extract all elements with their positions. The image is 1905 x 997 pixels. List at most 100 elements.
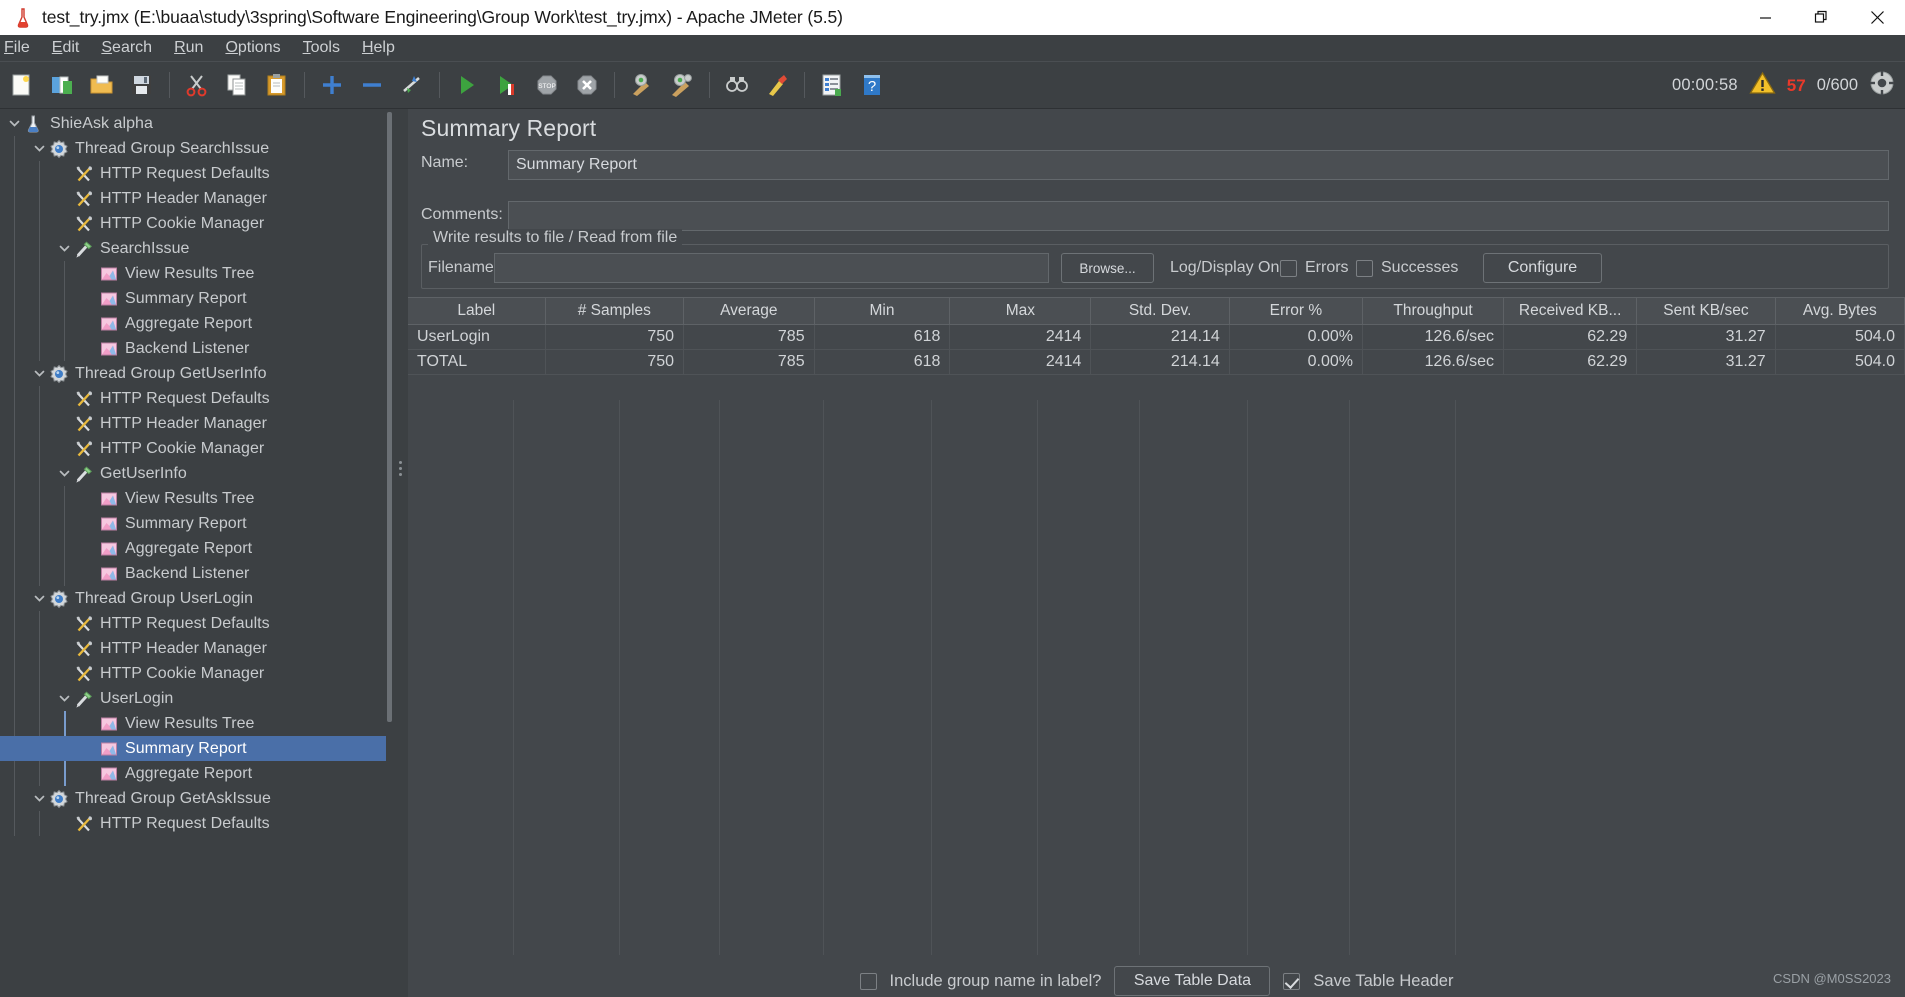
tree-item-view-results-tree[interactable]: View Results Tree (0, 711, 386, 736)
tree-item-summary-report[interactable]: Summary Report (0, 511, 386, 536)
search-icon[interactable] (720, 68, 754, 102)
menu-tools[interactable]: Tools (292, 37, 351, 59)
start-no-pauses-icon[interactable] (490, 68, 524, 102)
configure-button[interactable]: Configure (1483, 253, 1602, 283)
tree-item-http-header-manager[interactable]: HTTP Header Manager (0, 636, 386, 661)
tree-item-backend-listener[interactable]: Backend Listener (0, 336, 386, 361)
maximize-button[interactable] (1793, 0, 1849, 35)
save-table-data-button[interactable]: Save Table Data (1114, 966, 1271, 996)
menu-edit[interactable]: Edit (41, 37, 91, 59)
menu-options[interactable]: Options (214, 37, 291, 59)
tree-twisty-placeholder (56, 186, 73, 211)
table-column-header[interactable]: Avg. Bytes (1775, 297, 1905, 325)
expand-all-icon[interactable] (315, 68, 349, 102)
toggle-icon[interactable] (395, 68, 429, 102)
menu-help[interactable]: Help (351, 37, 406, 59)
comments-input[interactable] (508, 201, 1889, 231)
paste-icon[interactable] (260, 68, 294, 102)
tree-item-userlogin[interactable]: UserLogin (0, 686, 386, 711)
config-element-icon (73, 813, 95, 835)
table-column-header[interactable]: Throughput (1362, 297, 1505, 325)
table-column-header[interactable]: Std. Dev. (1090, 297, 1230, 325)
collapse-all-icon[interactable] (355, 68, 389, 102)
warning-triangle-icon[interactable] (1749, 71, 1776, 100)
tree-item-http-request-defaults[interactable]: HTTP Request Defaults (0, 811, 386, 836)
chevron-down-icon[interactable] (31, 361, 48, 386)
connection-status-icon[interactable] (1869, 70, 1895, 101)
tree-item-view-results-tree[interactable]: View Results Tree (0, 486, 386, 511)
tree-item-http-cookie-manager[interactable]: HTTP Cookie Manager (0, 661, 386, 686)
function-helper-icon[interactable] (815, 68, 849, 102)
table-column-header[interactable]: # Samples (545, 297, 685, 325)
tree-item-searchissue[interactable]: SearchIssue (0, 236, 386, 261)
chevron-down-icon[interactable] (56, 461, 73, 486)
chevron-down-icon[interactable] (6, 111, 23, 136)
menu-search[interactable]: Search (90, 37, 163, 59)
table-column-header[interactable]: Error % (1229, 297, 1364, 325)
stop-icon[interactable]: STOP (530, 68, 564, 102)
panel-splitter[interactable] (393, 109, 408, 997)
tree-item-aggregate-report[interactable]: Aggregate Report (0, 761, 386, 786)
table-column-header[interactable]: Sent KB/sec (1636, 297, 1776, 325)
summary-report-table[interactable]: Label # Samples Average Min Max Std. Dev. Erro… (408, 297, 1905, 375)
save-table-header-checkbox[interactable] (1283, 972, 1301, 990)
tree-item-http-header-manager[interactable]: HTTP Header Manager (0, 411, 386, 436)
table-header-row[interactable]: Label # Samples Average Min Max Std. Dev. Erro… (408, 297, 1905, 325)
clear-all-icon[interactable] (665, 68, 699, 102)
tree-item-summary-report[interactable]: Summary Report (0, 286, 386, 311)
new-icon[interactable] (5, 68, 39, 102)
chevron-down-icon[interactable] (31, 136, 48, 161)
tree-item-shieask-alpha[interactable]: ShieAsk alpha (0, 111, 386, 136)
table-column-header[interactable]: Label (408, 297, 546, 325)
name-input[interactable]: Summary Report (508, 150, 1889, 180)
tree-item-label: View Results Tree (125, 714, 255, 732)
table-row[interactable]: TOTAL 750 785 618 2414 214.14 0.00% 126.6/sec 62… (408, 349, 1905, 375)
help-icon[interactable]: ? (855, 68, 889, 102)
tree-item-thread-group-getaskissue[interactable]: Thread Group GetAskIssue (0, 786, 386, 811)
errors-checkbox[interactable] (1280, 260, 1297, 277)
templates-icon[interactable] (45, 68, 79, 102)
shutdown-icon[interactable] (570, 68, 604, 102)
menu-run[interactable]: Run (163, 37, 214, 59)
tree-item-thread-group-searchissue[interactable]: Thread Group SearchIssue (0, 136, 386, 161)
start-icon[interactable] (450, 68, 484, 102)
tree-item-getuserinfo[interactable]: GetUserInfo (0, 461, 386, 486)
tree-item-summary-report[interactable]: Summary Report (0, 736, 386, 761)
copy-icon[interactable] (220, 68, 254, 102)
chevron-down-icon[interactable] (31, 786, 48, 811)
successes-checkbox[interactable] (1356, 260, 1373, 277)
tree-item-http-header-manager[interactable]: HTTP Header Manager (0, 186, 386, 211)
tree-item-aggregate-report[interactable]: Aggregate Report (0, 536, 386, 561)
tree-item-thread-group-getuserinfo[interactable]: Thread Group GetUserInfo (0, 361, 386, 386)
close-button[interactable] (1849, 0, 1905, 35)
table-column-header[interactable]: Received KB... (1503, 297, 1638, 325)
test-plan-tree[interactable]: ShieAsk alpha Thread Group SearchIssue HTT… (0, 109, 393, 997)
chevron-down-icon[interactable] (56, 236, 73, 261)
save-icon[interactable] (125, 68, 159, 102)
table-column-header[interactable]: Average (683, 297, 815, 325)
menu-file[interactable]: File (0, 37, 41, 59)
tree-item-http-cookie-manager[interactable]: HTTP Cookie Manager (0, 436, 386, 461)
tree-item-http-cookie-manager[interactable]: HTTP Cookie Manager (0, 211, 386, 236)
include-group-name-checkbox[interactable] (859, 972, 877, 990)
browse-button[interactable]: Browse... (1061, 253, 1154, 283)
search-reset-icon[interactable] (760, 68, 794, 102)
cut-icon[interactable] (180, 68, 214, 102)
table-column-header[interactable]: Min (814, 297, 951, 325)
tree-item-http-request-defaults[interactable]: HTTP Request Defaults (0, 386, 386, 411)
tree-scrollbar-thumb[interactable] (387, 112, 392, 722)
chevron-down-icon[interactable] (56, 686, 73, 711)
minimize-button[interactable] (1737, 0, 1793, 35)
tree-item-view-results-tree[interactable]: View Results Tree (0, 261, 386, 286)
table-row[interactable]: UserLogin 750 785 618 2414 214.14 0.00% 126.6/s… (408, 324, 1905, 350)
tree-item-http-request-defaults[interactable]: HTTP Request Defaults (0, 611, 386, 636)
tree-item-aggregate-report[interactable]: Aggregate Report (0, 311, 386, 336)
table-column-header[interactable]: Max (949, 297, 1092, 325)
tree-item-backend-listener[interactable]: Backend Listener (0, 561, 386, 586)
clear-icon[interactable] (625, 68, 659, 102)
filename-input[interactable] (494, 253, 1049, 283)
tree-item-http-request-defaults[interactable]: HTTP Request Defaults (0, 161, 386, 186)
tree-item-thread-group-userlogin[interactable]: Thread Group UserLogin (0, 586, 386, 611)
chevron-down-icon[interactable] (31, 586, 48, 611)
open-icon[interactable] (85, 68, 119, 102)
